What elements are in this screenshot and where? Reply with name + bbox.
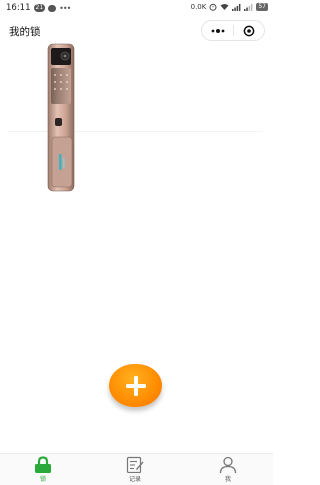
capsule-divider <box>233 25 234 36</box>
record-icon <box>126 456 144 473</box>
user-icon <box>219 456 237 473</box>
lock-icon <box>35 456 51 473</box>
tab-lock-label: 锁 <box>39 476 46 483</box>
close-mini-program-button[interactable] <box>233 21 264 40</box>
tab-lock[interactable]: 锁 <box>23 456 63 485</box>
signal-icon-2 <box>244 4 253 11</box>
more-icon <box>211 28 224 33</box>
mini-program-capsule <box>201 20 265 41</box>
tab-bar: 锁 记录 我 <box>0 453 273 485</box>
smart-lock-image[interactable] <box>40 42 80 193</box>
target-close-icon <box>243 25 254 36</box>
add-lock-button[interactable] <box>109 364 162 407</box>
tab-me[interactable]: 我 <box>208 456 248 485</box>
status-left: 16:11 21 ••• <box>6 3 71 13</box>
more-notifications-icon: ••• <box>59 3 71 13</box>
plus-icon <box>125 375 146 396</box>
signal-icon <box>232 4 241 11</box>
tab-records-label: 记录 <box>128 476 141 483</box>
more-button[interactable] <box>202 21 233 40</box>
network-speed: 0.0K <box>190 3 207 11</box>
battery-level: 57 <box>256 3 268 11</box>
status-time: 16:11 <box>6 3 31 13</box>
wifi-icon <box>220 4 229 10</box>
tab-me-label: 我 <box>224 476 231 483</box>
page-title: 我的锁 <box>9 26 41 38</box>
chat-icon <box>48 4 57 12</box>
status-right: 0.0K 57 <box>191 3 268 11</box>
alarm-icon <box>209 3 217 11</box>
tab-records[interactable]: 记录 <box>115 456 155 485</box>
notification-badge: 21 <box>33 4 46 12</box>
status-bar: 16:11 21 ••• 0.0K 57 <box>0 0 273 16</box>
